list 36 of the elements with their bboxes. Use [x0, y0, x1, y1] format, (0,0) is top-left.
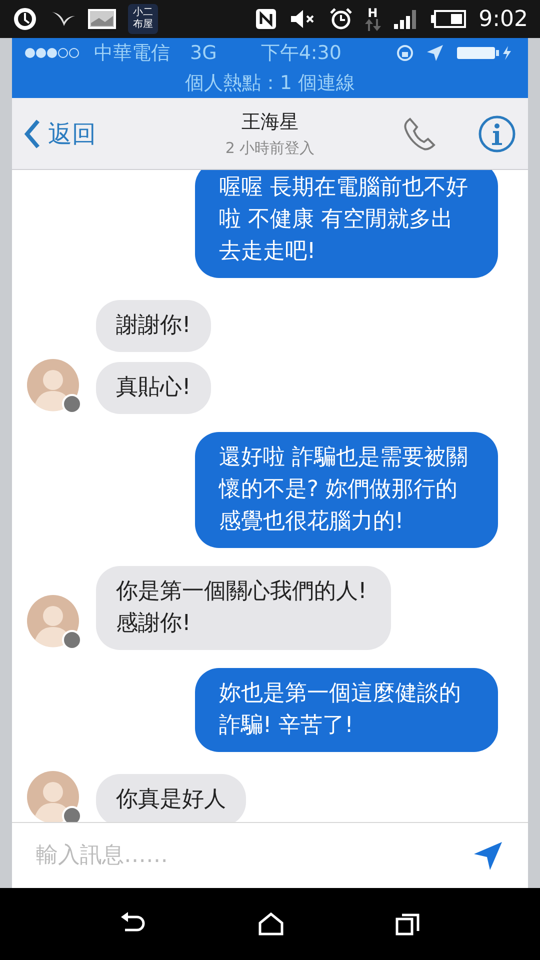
location-arrow-icon	[426, 44, 444, 62]
message-bubble: 你是第一個關心我們的人! 感謝你!	[96, 566, 392, 650]
message-field[interactable]: 輸入訊息……	[12, 822, 528, 888]
hotspot-banner[interactable]: 個人熱點：1 個連線	[12, 68, 528, 98]
phone-icon[interactable]	[402, 116, 438, 152]
back-button[interactable]: 返回	[24, 116, 164, 152]
signal-dots-icon	[24, 47, 82, 59]
message-bubble: 你真是好人	[96, 774, 246, 822]
message-bubble: 妳也是第一個這麼健談的詐騙! 辛苦了!	[194, 668, 498, 752]
network-type: H	[368, 7, 378, 19]
status-time: 9:02	[478, 6, 528, 34]
last-seen: 2 小時前登入	[225, 138, 315, 158]
carrier-name: 中華電信	[94, 40, 170, 66]
image-icon	[88, 8, 116, 30]
network-label: 3G	[190, 40, 217, 66]
back-chevron-icon[interactable]	[24, 118, 40, 148]
message-input[interactable]: 輸入訊息……	[36, 839, 472, 872]
contact-name: 王海星	[242, 110, 298, 135]
app-icon: 小二 布屋	[128, 4, 158, 34]
signal-icon	[392, 8, 419, 30]
message-bubble: 真貼心!	[96, 362, 211, 414]
recents-nav-icon[interactable]	[394, 912, 421, 936]
message-bubble: 還好啦 詐騙也是需要被關懷的不是? 妳們做那行的感覺也很花腦力的!	[194, 432, 498, 548]
avatar[interactable]	[26, 594, 82, 650]
info-icon[interactable]	[478, 114, 516, 152]
battery-icon	[430, 9, 467, 29]
send-icon[interactable]	[472, 840, 504, 872]
message-bubble: 喔喔 長期在電腦前也不好啦 不健康 有空閒就多出去走走吧!	[194, 170, 498, 278]
nfc-icon	[254, 8, 277, 30]
message-bubble: 謝謝你!	[96, 300, 211, 352]
avatar[interactable]	[26, 358, 82, 414]
alarm-clock-icon	[328, 7, 353, 31]
data-arrows-icon	[364, 19, 381, 31]
ios-time: 下午4:30	[260, 40, 342, 66]
home-nav-icon[interactable]	[258, 912, 284, 936]
rotation-lock-icon	[396, 44, 414, 62]
